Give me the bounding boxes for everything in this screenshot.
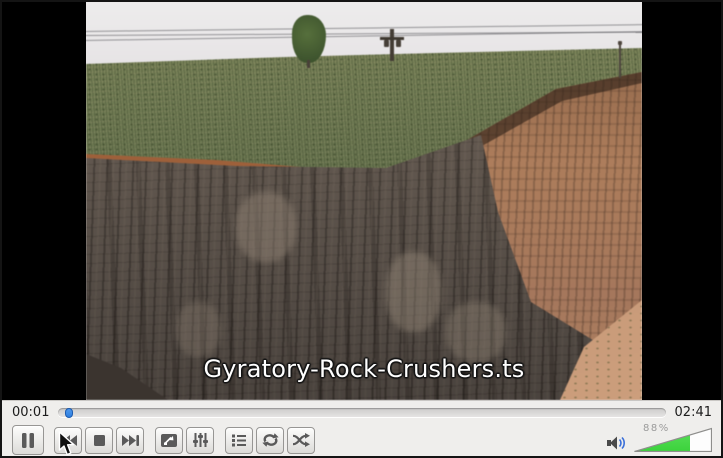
transformer xyxy=(384,40,389,47)
repeat-button[interactable] xyxy=(256,426,284,454)
pause-button[interactable] xyxy=(12,425,44,455)
utility-pole xyxy=(390,29,394,61)
equalizer-icon xyxy=(192,433,208,447)
fullscreen-icon xyxy=(161,433,177,447)
skip-backward-icon xyxy=(59,434,77,446)
shuffle-button[interactable] xyxy=(287,426,315,454)
repeat-icon xyxy=(261,433,279,447)
skip-forward-icon xyxy=(121,434,139,446)
volume-slider[interactable]: 88% xyxy=(634,423,712,452)
pause-icon xyxy=(22,432,34,448)
stop-button[interactable] xyxy=(85,426,113,454)
playlist-button[interactable] xyxy=(225,426,253,454)
rock-highlight xyxy=(176,302,221,357)
far-pole-top xyxy=(618,41,622,45)
far-pole xyxy=(619,43,621,78)
extended-settings-button[interactable] xyxy=(186,426,214,454)
fullscreen-button[interactable] xyxy=(155,426,183,454)
media-player-window: Gyratory-Rock-Crushers.ts 00:01 02:41 88… xyxy=(0,0,723,458)
shuffle-icon xyxy=(292,433,310,447)
video-title-overlay: Gyratory-Rock-Crushers.ts xyxy=(203,355,525,383)
total-time: 02:41 xyxy=(674,405,712,420)
seek-row: 00:01 02:41 xyxy=(2,401,721,421)
seek-bar[interactable] xyxy=(58,407,666,418)
next-button[interactable] xyxy=(116,426,144,454)
transformer xyxy=(396,40,401,47)
video-scene xyxy=(86,2,642,400)
volume-control: 88% xyxy=(607,423,712,453)
previous-button[interactable] xyxy=(54,426,82,454)
rock-highlight xyxy=(236,192,296,262)
control-panel: 00:01 02:41 88% xyxy=(2,400,721,456)
video-frame: Gyratory-Rock-Crushers.ts xyxy=(86,2,642,400)
seek-handle[interactable] xyxy=(64,407,73,418)
playlist-icon xyxy=(232,434,246,446)
speaker-icon[interactable] xyxy=(607,434,627,452)
elapsed-time: 00:01 xyxy=(12,405,50,420)
stop-icon xyxy=(93,434,105,446)
rock-highlight xyxy=(386,252,441,332)
tree-trunk xyxy=(307,60,310,68)
rock-highlight xyxy=(446,302,506,362)
video-display[interactable]: Gyratory-Rock-Crushers.ts xyxy=(2,2,721,400)
volume-outline xyxy=(634,427,712,452)
transport-controls: 88% xyxy=(2,421,721,455)
